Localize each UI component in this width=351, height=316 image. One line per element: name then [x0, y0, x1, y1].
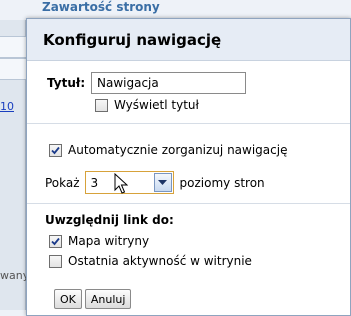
check-icon — [51, 237, 60, 245]
title-row: Tytuł: — [47, 72, 246, 94]
auto-organize-row[interactable]: Automatycznie zorganizuj nawigację — [49, 143, 287, 157]
background-text: wany — [0, 269, 30, 282]
configure-navigation-dialog: Konfiguruj nawigację Tytuł: Wyświetl tyt… — [26, 18, 351, 316]
cancel-button[interactable]: Anuluj — [84, 289, 132, 309]
include-heading: Uwzględnij link do: — [45, 213, 174, 227]
left-panel-row — [0, 36, 26, 58]
check-icon — [51, 146, 60, 154]
page-heading: Zawartość strony — [42, 0, 160, 14]
dialog-title: Konfiguruj nawigację — [27, 19, 350, 61]
button-row: OK Anuluj — [54, 289, 134, 309]
sitemap-label: Mapa witryny — [68, 234, 150, 248]
title-input[interactable] — [91, 72, 246, 94]
auto-organize-label: Automatycznie zorganizuj nawigację — [68, 143, 288, 157]
show-title-row[interactable]: Wyświetl tytuł — [95, 98, 199, 112]
recent-activity-row[interactable]: Ostatnia aktywność w witrynie — [49, 254, 252, 268]
recent-activity-checkbox[interactable] — [49, 254, 62, 268]
levels-row: Pokaż 3 poziomy stron — [45, 171, 265, 194]
sitemap-checkbox[interactable] — [49, 234, 62, 248]
levels-select[interactable]: 3 — [84, 171, 174, 194]
chevron-down-icon[interactable] — [153, 173, 172, 192]
levels-suffix-label: poziomy stron — [179, 175, 265, 190]
separator — [27, 203, 350, 204]
show-prefix-label: Pokaż — [45, 175, 80, 190]
background-link[interactable]: 10 — [0, 100, 14, 113]
include-heading-row: Uwzględnij link do: — [45, 213, 174, 227]
left-panel-row — [0, 58, 26, 80]
recent-activity-label: Ostatnia aktywność w witrynie — [68, 254, 252, 268]
title-label: Tytuł: — [47, 76, 86, 90]
show-title-checkbox[interactable] — [95, 98, 108, 112]
sitemap-row[interactable]: Mapa witryny — [49, 234, 149, 248]
auto-organize-checkbox[interactable] — [49, 143, 62, 157]
separator — [27, 123, 350, 124]
left-panel — [0, 20, 26, 310]
ok-button[interactable]: OK — [54, 289, 82, 309]
mouse-pointer-icon — [114, 173, 128, 194]
show-title-label: Wyświetl tytuł — [114, 98, 199, 112]
